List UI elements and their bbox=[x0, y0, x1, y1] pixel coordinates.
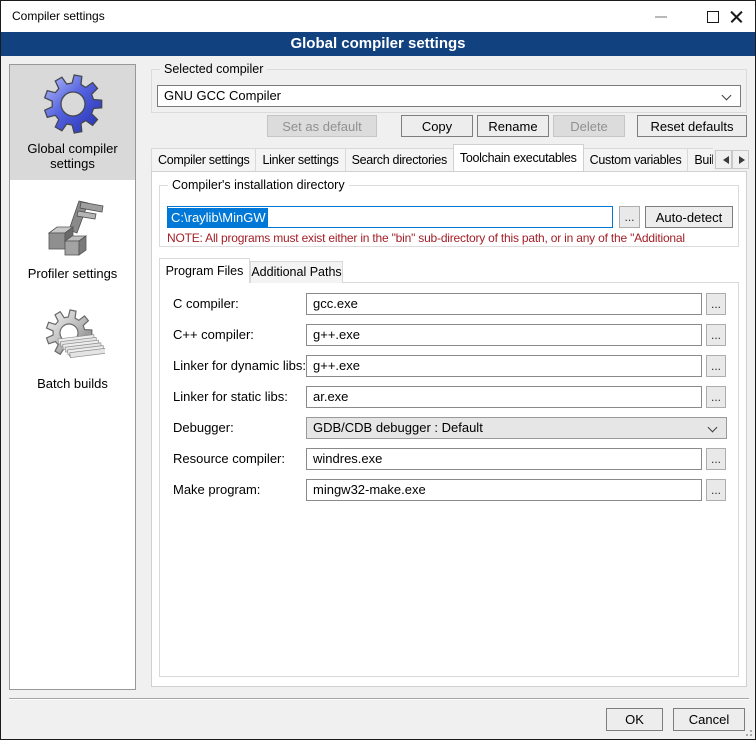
browse-button[interactable]: ... bbox=[706, 324, 726, 346]
sidebar-item-label: Global compiler settings bbox=[14, 141, 131, 171]
browse-button[interactable]: ... bbox=[706, 386, 726, 408]
blue-gear-icon bbox=[41, 72, 105, 136]
dynamic-libs-linker-input[interactable]: g++.exe bbox=[306, 355, 702, 377]
auto-detect-button[interactable]: Auto-detect bbox=[645, 206, 733, 228]
group-label: Compiler's installation directory bbox=[168, 178, 349, 192]
window-title: Compiler settings bbox=[12, 9, 105, 23]
tab-compiler-settings[interactable]: Compiler settings bbox=[151, 148, 256, 171]
delete-button: Delete bbox=[553, 115, 625, 137]
field-label: Linker for dynamic libs: bbox=[173, 355, 305, 377]
arrow-right-icon bbox=[739, 156, 749, 164]
sidebar-item-label: Batch builds bbox=[14, 376, 131, 391]
selected-compiler-value: GNU GCC Compiler bbox=[164, 88, 281, 103]
make-program-input[interactable]: mingw32-make.exe bbox=[306, 479, 702, 501]
c-compiler-input[interactable]: gcc.exe bbox=[306, 293, 702, 315]
field-label: Debugger: bbox=[173, 417, 305, 439]
tab-scroll-right-button[interactable] bbox=[732, 150, 749, 169]
set-as-default-button: Set as default bbox=[267, 115, 377, 137]
selected-path-text: C:\raylib\MinGW bbox=[168, 208, 268, 228]
field-label: C compiler: bbox=[173, 293, 305, 315]
tab-toolchain-executables[interactable]: Toolchain executables bbox=[453, 144, 584, 171]
tab-search-directories[interactable]: Search directories bbox=[345, 148, 454, 171]
sidebar-item-batch-builds[interactable]: Batch builds bbox=[10, 300, 135, 400]
field-label: Linker for static libs: bbox=[173, 386, 305, 408]
maximize-icon[interactable] bbox=[707, 11, 719, 23]
resource-compiler-input[interactable]: windres.exe bbox=[306, 448, 702, 470]
browse-directory-button[interactable]: ... bbox=[619, 206, 640, 228]
field-label: Make program: bbox=[173, 479, 305, 501]
tab-linker-settings[interactable]: Linker settings bbox=[255, 148, 345, 171]
group-label: Selected compiler bbox=[160, 62, 267, 76]
sidebar-item-label: Profiler settings bbox=[14, 266, 131, 281]
debugger-select[interactable]: GDB/CDB debugger : Default bbox=[306, 417, 727, 439]
installation-directory-input[interactable]: C:\raylib\MinGW bbox=[167, 206, 613, 228]
page-title: Global compiler settings bbox=[1, 32, 755, 56]
browse-button[interactable]: ... bbox=[706, 448, 726, 470]
tab-custom-variables[interactable]: Custom variables bbox=[583, 148, 689, 171]
field-label: C++ compiler: bbox=[173, 324, 305, 346]
reset-defaults-button[interactable]: Reset defaults bbox=[637, 115, 747, 137]
debugger-value: GDB/CDB debugger : Default bbox=[313, 420, 483, 435]
ok-button[interactable]: OK bbox=[606, 708, 663, 731]
sidebar-item-global-compiler-settings[interactable]: Global compiler settings bbox=[10, 65, 135, 180]
compiler-settings-dialog: Compiler settings Global compiler settin… bbox=[0, 0, 756, 740]
subtab-additional-paths[interactable]: Additional Paths bbox=[250, 261, 343, 283]
settings-category-list: Global compiler settings Profiler settin… bbox=[9, 64, 136, 690]
browse-button[interactable]: ... bbox=[706, 293, 726, 315]
browse-button[interactable]: ... bbox=[706, 479, 726, 501]
tab-build-options[interactable]: Build options bbox=[687, 148, 713, 171]
rename-button[interactable]: Rename bbox=[477, 115, 549, 137]
field-label: Resource compiler: bbox=[173, 448, 305, 470]
caliper-blocks-icon bbox=[41, 197, 105, 261]
selected-compiler-combobox[interactable]: GNU GCC Compiler bbox=[157, 85, 741, 107]
minimize-icon bbox=[655, 16, 667, 18]
sidebar-item-profiler-settings[interactable]: Profiler settings bbox=[10, 190, 135, 290]
copy-button[interactable]: Copy bbox=[401, 115, 473, 137]
footer-divider bbox=[9, 698, 749, 700]
gray-gear-stack-icon bbox=[41, 307, 105, 371]
browse-button[interactable]: ... bbox=[706, 355, 726, 377]
cancel-button[interactable]: Cancel bbox=[673, 708, 745, 731]
chevron-down-icon bbox=[708, 423, 718, 433]
chevron-down-icon bbox=[722, 91, 732, 101]
titlebar: Compiler settings bbox=[1, 1, 755, 32]
bin-subdirectory-note: NOTE: All programs must exist either in … bbox=[167, 231, 733, 245]
arrow-left-icon bbox=[719, 156, 729, 164]
settings-tabstrip: Compiler settings Linker settings Search… bbox=[151, 144, 713, 171]
resize-grip-icon[interactable] bbox=[742, 726, 752, 736]
tab-scroll-left-button[interactable] bbox=[715, 150, 732, 169]
cpp-compiler-input[interactable]: g++.exe bbox=[306, 324, 702, 346]
subtab-program-files[interactable]: Program Files bbox=[159, 258, 250, 283]
static-libs-linker-input[interactable]: ar.exe bbox=[306, 386, 702, 408]
close-icon[interactable] bbox=[729, 9, 744, 24]
